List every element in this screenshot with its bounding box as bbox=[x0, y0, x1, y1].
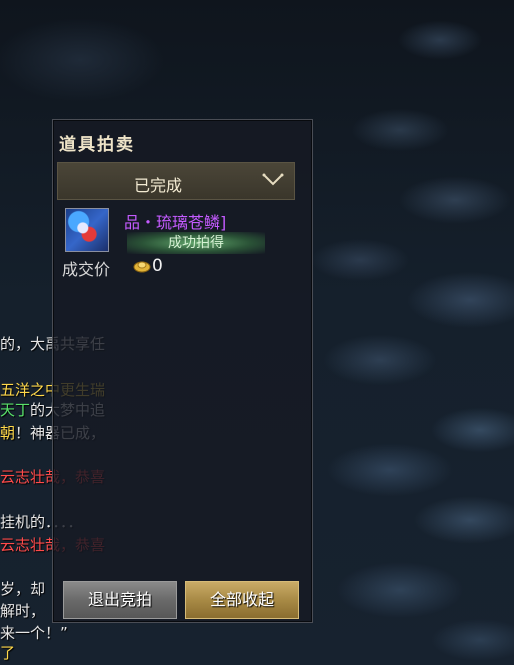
gold-ingot-icon bbox=[133, 261, 151, 273]
price-label: 成交价 bbox=[62, 260, 111, 279]
chevron-down-icon bbox=[262, 173, 284, 186]
chat-line: 岁，却 bbox=[0, 580, 46, 598]
collect-all-button[interactable]: 全部收起 bbox=[185, 581, 299, 619]
auction-panel: 道具拍卖 已完成 品・琉璃苍鳞] 成功拍得 成交价 0 退出竞拍 全部收起 bbox=[52, 119, 313, 623]
chat-line: 了 bbox=[0, 644, 16, 662]
status-filter-label: 已完成 bbox=[133, 176, 182, 195]
dragon-armor-icon[interactable] bbox=[65, 208, 109, 252]
chat-line: 解时， bbox=[0, 602, 46, 620]
exit-auction-button[interactable]: 退出竞拍 bbox=[63, 581, 177, 619]
price-value: 0 bbox=[152, 256, 163, 276]
status-filter-dropdown[interactable]: 已完成 bbox=[57, 162, 295, 200]
item-name: 品・琉璃苍鳞] bbox=[124, 213, 227, 232]
result-badge: 成功拍得 bbox=[127, 232, 265, 254]
panel-title: 道具拍卖 bbox=[59, 135, 135, 155]
chat-line: 来一个！” bbox=[0, 624, 68, 642]
